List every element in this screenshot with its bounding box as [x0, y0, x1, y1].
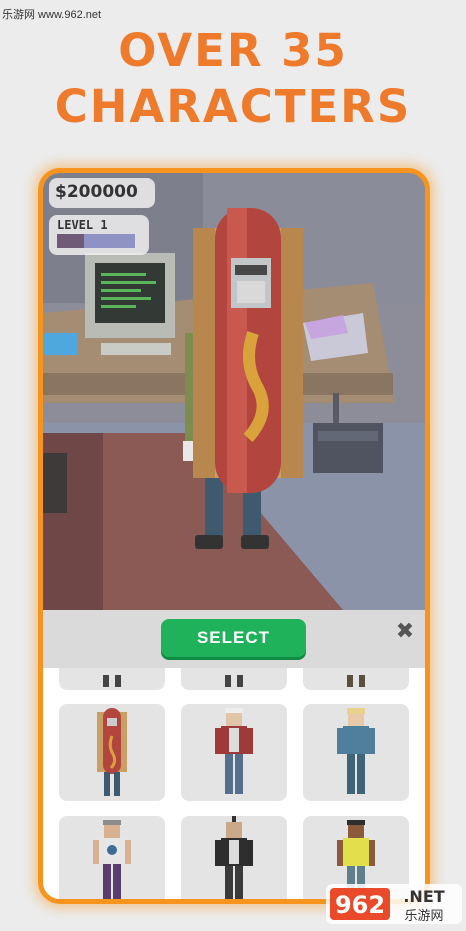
logo-suffix: .NET — [403, 887, 444, 906]
character-card-partial-1[interactable] — [59, 668, 165, 690]
character-card-partial-3[interactable] — [303, 668, 409, 690]
watermark-text: 乐游网 www.962.net — [2, 9, 102, 21]
character-card-red-jacket[interactable] — [181, 704, 287, 801]
game-scene: $200000 LEVEL 1 — [43, 173, 425, 610]
character-card-blonde[interactable] — [303, 704, 409, 801]
character-figure — [347, 675, 365, 687]
character-grid[interactable] — [43, 668, 425, 899]
blonde-character-figure — [337, 708, 375, 794]
962-logo-icon: 962 .NET 乐游网 — [326, 884, 462, 924]
phone-frame: $200000 LEVEL 1 SELECT ✖ — [38, 168, 430, 904]
character-figure — [225, 675, 243, 687]
character-card-partial-2[interactable] — [181, 668, 287, 690]
character-card-hotdog[interactable] — [59, 704, 165, 801]
select-button[interactable]: SELECT — [161, 619, 306, 657]
character-figure — [103, 675, 121, 687]
level-label: LEVEL 1 — [57, 218, 108, 232]
logo-number: 962 — [335, 891, 385, 919]
hotdog-character-figure — [97, 708, 127, 796]
red-jacket-character-figure — [215, 708, 253, 794]
level-panel: LEVEL 1 — [49, 215, 149, 255]
character-card-mohawk[interactable] — [181, 816, 287, 899]
watermark-logo: 962 .NET 乐游网 — [326, 880, 462, 928]
logo-cn: 乐游网 — [404, 909, 443, 924]
close-icon[interactable]: ✖ — [393, 620, 417, 644]
mohawk-character-figure — [215, 816, 253, 899]
level-progress-fill — [57, 234, 85, 248]
headline-line-2: CHARACTERS — [54, 80, 412, 133]
purple-character-figure — [93, 820, 131, 899]
money-counter: $200000 — [49, 178, 155, 208]
character-card-purple[interactable] — [59, 816, 165, 899]
level-progress-bar — [57, 234, 135, 248]
headline-line-1: OVER 35 — [118, 24, 348, 77]
character-select-panel: SELECT ✖ — [43, 610, 425, 899]
